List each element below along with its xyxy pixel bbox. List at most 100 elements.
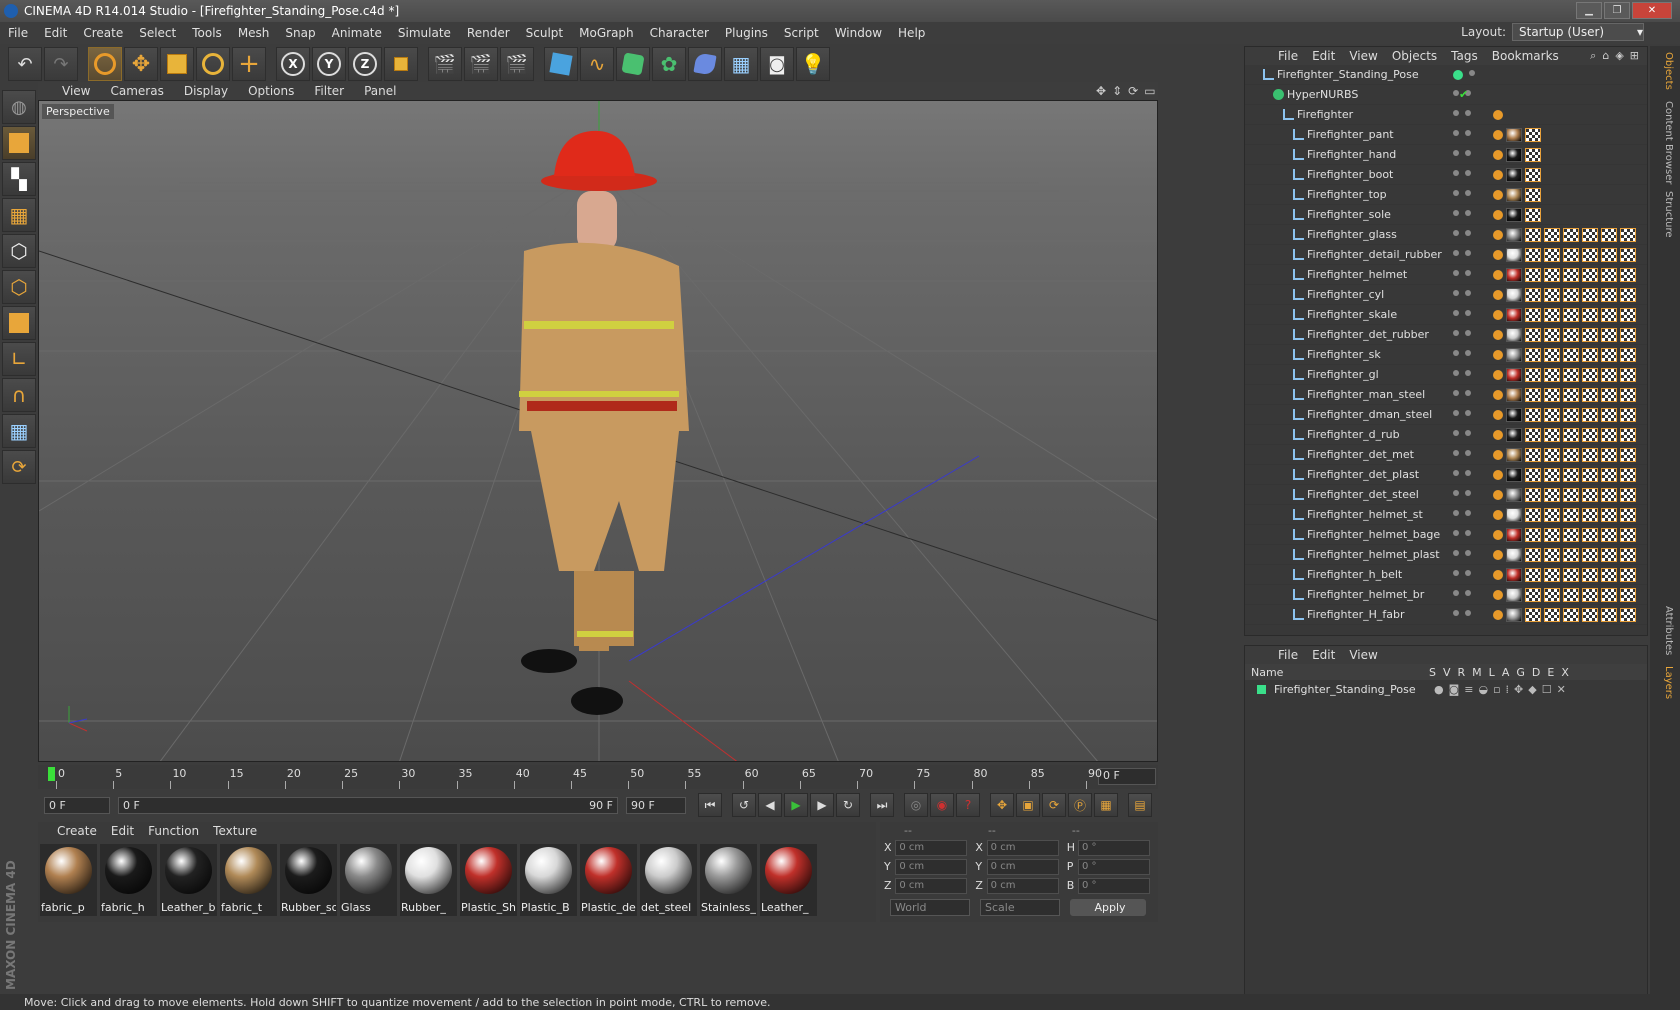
viewport-menu-view[interactable]: View <box>52 84 100 98</box>
material-tag-icon[interactable] <box>1506 308 1522 322</box>
render-visibility-dot[interactable] <box>1465 610 1471 616</box>
coordinate-system-button[interactable] <box>384 47 418 81</box>
tab-objects[interactable]: Objects <box>1656 52 1674 90</box>
phong-tag-icon[interactable] <box>1493 130 1503 140</box>
object-row[interactable]: Firefighter_d_rub <box>1245 425 1647 445</box>
visibility-dots[interactable] <box>1453 510 1477 516</box>
editor-visibility-dot[interactable] <box>1453 470 1459 476</box>
layer-menu-file[interactable]: File <box>1271 648 1305 662</box>
menu-create[interactable]: Create <box>75 26 131 40</box>
uvw-tag-icon[interactable] <box>1525 348 1541 362</box>
current-frame-field[interactable]: 0 F <box>1098 768 1156 785</box>
add-scene-button[interactable]: ▦ <box>724 47 758 81</box>
uvw-tag-icon[interactable] <box>1582 248 1598 262</box>
material-swatch[interactable]: Plastic_Shir <box>460 844 517 916</box>
editor-visibility-dot[interactable] <box>1453 530 1459 536</box>
material-tag-icon[interactable] <box>1506 608 1522 622</box>
phong-tag-icon[interactable] <box>1493 430 1503 440</box>
material-swatch[interactable]: Rubber_ <box>400 844 457 916</box>
uvw-tag-icon[interactable] <box>1544 548 1560 562</box>
material-swatch[interactable]: fabric_h <box>100 844 157 916</box>
viewport-menu-panel[interactable]: Panel <box>354 84 406 98</box>
phong-tag-icon[interactable] <box>1493 570 1503 580</box>
key-scale-button[interactable]: ▣ <box>1016 793 1040 817</box>
render-visibility-dot[interactable] <box>1465 270 1471 276</box>
timeline-window-button[interactable]: ▤ <box>1128 793 1152 817</box>
phong-tag-icon[interactable] <box>1493 210 1503 220</box>
object-row[interactable]: Firefighter_det_plast <box>1245 465 1647 485</box>
uvw-tag-icon[interactable] <box>1544 268 1560 282</box>
workplane-mode-button[interactable]: ▦ <box>2 198 36 232</box>
object-row[interactable]: Firefighter_detail_rubber <box>1245 245 1647 265</box>
key-pla-button[interactable]: ▦ <box>1094 793 1118 817</box>
add-cube-button[interactable] <box>544 47 578 81</box>
redo-button[interactable]: ↷ <box>44 47 78 81</box>
uvw-tag-icon[interactable] <box>1601 508 1617 522</box>
uvw-tag-icon[interactable] <box>1563 348 1579 362</box>
uvw-tag-icon[interactable] <box>1601 548 1617 562</box>
uvw-tag-icon[interactable] <box>1582 448 1598 462</box>
uvw-tag-icon[interactable] <box>1525 228 1541 242</box>
object-menu-edit[interactable]: Edit <box>1305 49 1342 63</box>
visibility-dots[interactable] <box>1453 210 1477 216</box>
editor-visibility-dot[interactable] <box>1453 370 1459 376</box>
points-mode-button[interactable]: ⬡ <box>2 234 36 268</box>
material-tag-icon[interactable] <box>1506 128 1522 142</box>
object-row[interactable]: Firefighter_cyl <box>1245 285 1647 305</box>
uvw-tag-icon[interactable] <box>1601 268 1617 282</box>
render-visibility-dot[interactable] <box>1465 550 1471 556</box>
goto-start-button[interactable]: ⏮ <box>698 793 722 817</box>
edges-mode-button[interactable]: ⬡ <box>2 270 36 304</box>
render-visibility-dot[interactable] <box>1465 510 1471 516</box>
editor-visibility-dot[interactable] <box>1453 550 1459 556</box>
uvw-tag-icon[interactable] <box>1582 588 1598 602</box>
step-back-button[interactable]: ◀ <box>758 793 782 817</box>
uvw-tag-icon[interactable] <box>1563 248 1579 262</box>
uvw-tag-icon[interactable] <box>1582 408 1598 422</box>
render-visibility-dot[interactable] <box>1465 210 1471 216</box>
render-visibility-dot[interactable] <box>1465 330 1471 336</box>
uvw-tag-icon[interactable] <box>1525 608 1541 622</box>
uvw-tag-icon[interactable] <box>1620 528 1636 542</box>
material-tag-icon[interactable] <box>1506 328 1522 342</box>
playhead-marker[interactable] <box>48 767 55 781</box>
viewport-menu-cameras[interactable]: Cameras <box>100 84 173 98</box>
z-axis-lock-button[interactable]: Z <box>348 47 382 81</box>
object-row[interactable]: Firefighter_Standing_Pose <box>1245 65 1647 85</box>
key-parameter-button[interactable]: Ⓟ <box>1068 793 1092 817</box>
uvw-tag-icon[interactable] <box>1563 488 1579 502</box>
menu-mesh[interactable]: Mesh <box>230 26 278 40</box>
phong-tag-icon[interactable] <box>1493 170 1503 180</box>
end-frame-field[interactable]: 90 F <box>626 796 686 814</box>
uvw-tag-icon[interactable] <box>1525 428 1541 442</box>
material-swatch[interactable]: Stainless_d <box>700 844 757 916</box>
add-deformer-button[interactable] <box>688 47 722 81</box>
material-swatch[interactable]: Plastic_B <box>520 844 577 916</box>
render-visibility-dot[interactable] <box>1465 470 1471 476</box>
render-visibility-dot[interactable] <box>1465 430 1471 436</box>
object-row[interactable]: Firefighter_top <box>1245 185 1647 205</box>
phong-tag-icon[interactable] <box>1493 190 1503 200</box>
step-forward-button[interactable]: ▶ <box>810 793 834 817</box>
editor-visibility-dot[interactable] <box>1453 350 1459 356</box>
uvw-tag-icon[interactable] <box>1582 488 1598 502</box>
uvw-tag-icon[interactable] <box>1620 308 1636 322</box>
visibility-dots[interactable] <box>1453 290 1477 296</box>
material-tag-icon[interactable] <box>1506 568 1522 582</box>
uvw-tag-icon[interactable] <box>1563 568 1579 582</box>
editor-visibility-dot[interactable] <box>1453 210 1459 216</box>
firefighter-model[interactable] <box>519 130 689 715</box>
object-row[interactable]: Firefighter_gl <box>1245 365 1647 385</box>
goto-end-button[interactable]: ⏭ <box>870 793 894 817</box>
object-row[interactable]: Firefighter_H_fabr <box>1245 605 1647 625</box>
material-tag-icon[interactable] <box>1506 348 1522 362</box>
render-visibility-dot[interactable] <box>1465 570 1471 576</box>
coord-value-field[interactable]: 0 ° <box>1078 858 1151 875</box>
visibility-dots[interactable] <box>1453 150 1477 156</box>
coord-value-field[interactable]: 0 cm <box>895 839 968 856</box>
uvw-tag-icon[interactable] <box>1563 548 1579 562</box>
material-swatch[interactable]: Plastic_det <box>580 844 637 916</box>
add-spline-button[interactable]: ∿ <box>580 47 614 81</box>
material-tag-icon[interactable] <box>1506 148 1522 162</box>
pan-icon[interactable]: ✥ <box>1096 84 1106 98</box>
